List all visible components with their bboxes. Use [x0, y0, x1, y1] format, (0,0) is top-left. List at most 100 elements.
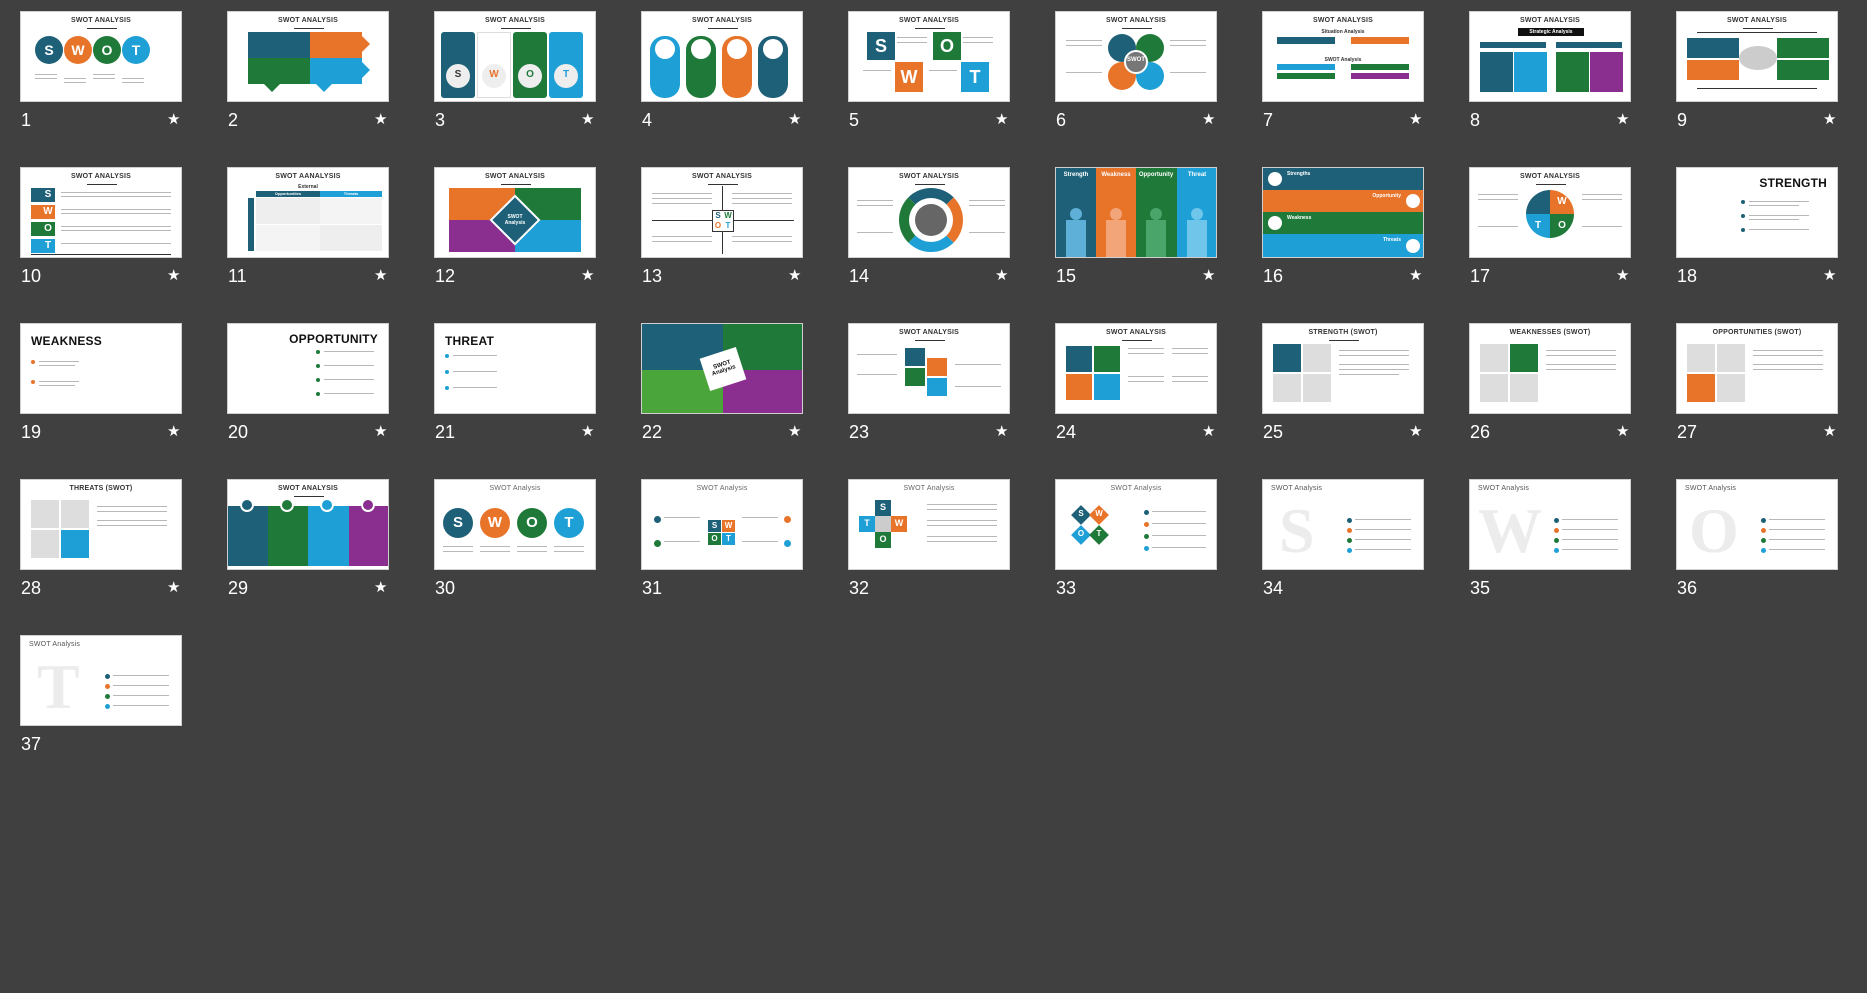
- star-icon[interactable]: ★: [1616, 422, 1629, 442]
- slide-preview[interactable]: SWOT AANALYSIS External Opportunities Th…: [227, 167, 389, 258]
- star-icon[interactable]: ★: [995, 266, 1008, 286]
- slide-thumbnail[interactable]: SWOT ANALYSIS S W O T 1 ★: [20, 11, 184, 141]
- star-icon[interactable]: ★: [167, 110, 180, 130]
- star-icon[interactable]: ★: [1202, 422, 1215, 442]
- slide-preview[interactable]: SWOT Analysis S W O T: [848, 479, 1010, 570]
- slide-thumbnail[interactable]: SWOT ANALYSIS S W O T 13 ★: [641, 167, 805, 297]
- star-icon[interactable]: ★: [1202, 266, 1215, 286]
- slide-thumbnail[interactable]: SWOT ANALYSIS 24 ★: [1055, 323, 1219, 453]
- slide-thumbnail[interactable]: SWOT Analysis O 36: [1676, 479, 1840, 609]
- star-icon[interactable]: ★: [1616, 266, 1629, 286]
- star-icon[interactable]: ★: [374, 110, 387, 130]
- star-icon[interactable]: ★: [995, 110, 1008, 130]
- slide-preview[interactable]: THREATS (SWOT): [20, 479, 182, 570]
- slide-preview[interactable]: SWOT Analysis S: [1262, 479, 1424, 570]
- star-icon[interactable]: ★: [374, 422, 387, 442]
- slide-preview[interactable]: SWOT ANALYSIS: [227, 479, 389, 570]
- slide-preview[interactable]: SWOT Analysis T: [20, 635, 182, 726]
- slide-preview[interactable]: SWOT ANALYSIS S W O T: [434, 11, 596, 102]
- slide-preview[interactable]: SWOT ANALYSIS W T O: [1469, 167, 1631, 258]
- star-icon[interactable]: ★: [1409, 110, 1422, 130]
- slide-thumbnail[interactable]: SWOT ANALYSIS SWOT 6 ★: [1055, 11, 1219, 141]
- slide-thumbnail[interactable]: SWOT Analysis S W O T 33: [1055, 479, 1219, 609]
- slide-preview[interactable]: SWOT ANALYSIS S O W T: [848, 11, 1010, 102]
- slide-thumbnail[interactable]: STRENGTH (SWOT) 25 ★: [1262, 323, 1426, 453]
- slide-preview[interactable]: SWOT ANALYSIS: [1055, 323, 1217, 414]
- slide-preview[interactable]: SWOT ANALYSIS Situation Analysis SWOT An…: [1262, 11, 1424, 102]
- slide-preview[interactable]: SWOT ANALYSIS: [227, 11, 389, 102]
- slide-thumbnail[interactable]: SWOT ANALYSIS 2 ★: [227, 11, 391, 141]
- star-icon[interactable]: ★: [374, 266, 387, 286]
- slide-thumbnail[interactable]: THREAT 21 ★: [434, 323, 598, 453]
- star-icon[interactable]: ★: [167, 266, 180, 286]
- slide-thumbnail[interactable]: SWOT ANALYSIS 4 ★: [641, 11, 805, 141]
- slide-thumbnail[interactable]: STRENGTH 18 ★: [1676, 167, 1840, 297]
- slide-thumbnail[interactable]: SWOT ANALYSIS 14 ★: [848, 167, 1012, 297]
- slide-thumbnail[interactable]: Strength Weakness Opportunity Threat 15 …: [1055, 167, 1219, 297]
- star-icon[interactable]: ★: [374, 578, 387, 598]
- slide-preview[interactable]: SWOT ANALYSIS SWOT: [1055, 11, 1217, 102]
- slide-thumbnail[interactable]: SWOT ANALYSIS 23 ★: [848, 323, 1012, 453]
- slide-thumbnail[interactable]: Strengths Opportunity Weakness Threats 1…: [1262, 167, 1426, 297]
- star-icon[interactable]: ★: [1409, 266, 1422, 286]
- slide-thumbnail[interactable]: SWOT Analysis S W O T 32: [848, 479, 1012, 609]
- star-icon[interactable]: ★: [167, 578, 180, 598]
- star-icon[interactable]: ★: [167, 422, 180, 442]
- star-icon[interactable]: ★: [788, 422, 801, 442]
- slide-thumbnail[interactable]: SWOT Analysis W 35: [1469, 479, 1633, 609]
- slide-thumbnail[interactable]: SWOT Analysis 22 ★: [641, 323, 805, 453]
- slide-thumbnail[interactable]: WEAKNESSES (SWOT) 26 ★: [1469, 323, 1633, 453]
- slide-preview[interactable]: SWOT Analysis: [641, 323, 803, 414]
- slide-preview[interactable]: SWOT Analysis W: [1469, 479, 1631, 570]
- slide-preview[interactable]: OPPORTUNITY: [227, 323, 389, 414]
- star-icon[interactable]: ★: [581, 422, 594, 442]
- slide-preview[interactable]: STRENGTH: [1676, 167, 1838, 258]
- star-icon[interactable]: ★: [1823, 266, 1836, 286]
- slide-preview[interactable]: Strength Weakness Opportunity Threat: [1055, 167, 1217, 258]
- slide-thumbnail[interactable]: OPPORTUNITIES (SWOT) 27 ★: [1676, 323, 1840, 453]
- slide-thumbnail[interactable]: SWOT ANALYSIS Situation Analysis SWOT An…: [1262, 11, 1426, 141]
- slide-preview[interactable]: SWOT ANALYSIS: [848, 167, 1010, 258]
- star-icon[interactable]: ★: [581, 110, 594, 130]
- slide-thumbnail[interactable]: SWOT AANALYSIS External Opportunities Th…: [227, 167, 391, 297]
- slide-thumbnail[interactable]: SWOT ANALYSIS Strategic Analysis 8 ★: [1469, 11, 1633, 141]
- slide-thumbnail[interactable]: WEAKNESS 19 ★: [20, 323, 184, 453]
- star-icon[interactable]: ★: [1202, 110, 1215, 130]
- slide-thumbnail[interactable]: SWOT ANALYSIS S W O T 3 ★: [434, 11, 598, 141]
- slide-preview[interactable]: SWOT Analysis S W O T: [434, 479, 596, 570]
- slide-preview[interactable]: SWOT ANALYSIS: [641, 11, 803, 102]
- slide-thumbnail[interactable]: SWOT ANALYSIS S W O T 10 ★: [20, 167, 184, 297]
- slide-thumbnail[interactable]: SWOT Analysis T 37: [20, 635, 184, 765]
- slide-thumbnail[interactable]: SWOT Analysis S W O T 31: [641, 479, 805, 609]
- slide-preview[interactable]: WEAKNESSES (SWOT): [1469, 323, 1631, 414]
- star-icon[interactable]: ★: [1616, 110, 1629, 130]
- slide-preview[interactable]: SWOT ANALYSIS: [848, 323, 1010, 414]
- slide-thumbnail[interactable]: SWOT ANALYSIS 29 ★: [227, 479, 391, 609]
- slide-preview[interactable]: THREAT: [434, 323, 596, 414]
- slide-preview[interactable]: SWOT Analysis S W O T: [1055, 479, 1217, 570]
- slide-preview[interactable]: SWOT ANALYSIS S W O T: [20, 11, 182, 102]
- slide-preview[interactable]: SWOT ANALYSIS: [1676, 11, 1838, 102]
- slide-preview[interactable]: Strengths Opportunity Weakness Threats: [1262, 167, 1424, 258]
- star-icon[interactable]: ★: [1409, 422, 1422, 442]
- slide-preview[interactable]: STRENGTH (SWOT): [1262, 323, 1424, 414]
- slide-preview[interactable]: SWOT Analysis O: [1676, 479, 1838, 570]
- slide-preview[interactable]: SWOT Analysis S W O T: [641, 479, 803, 570]
- star-icon[interactable]: ★: [1823, 110, 1836, 130]
- slide-preview[interactable]: SWOT ANALYSIS Strategic Analysis: [1469, 11, 1631, 102]
- star-icon[interactable]: ★: [788, 266, 801, 286]
- star-icon[interactable]: ★: [1823, 422, 1836, 442]
- slide-thumbnail[interactable]: SWOT ANALYSIS W T O 17 ★: [1469, 167, 1633, 297]
- slide-preview[interactable]: WEAKNESS: [20, 323, 182, 414]
- slide-thumbnail[interactable]: SWOT ANALYSIS S O W T 5 ★: [848, 11, 1012, 141]
- slide-thumbnail[interactable]: OPPORTUNITY 20 ★: [227, 323, 391, 453]
- slide-preview[interactable]: SWOT ANALYSIS SWOT Analysis: [434, 167, 596, 258]
- slide-thumbnail[interactable]: SWOT Analysis S 34: [1262, 479, 1426, 609]
- slide-preview[interactable]: SWOT ANALYSIS S W O T: [641, 167, 803, 258]
- slide-thumbnail[interactable]: SWOT Analysis S W O T 30 ★: [434, 479, 598, 609]
- star-icon[interactable]: ★: [581, 266, 594, 286]
- slide-thumbnail[interactable]: THREATS (SWOT) 28 ★: [20, 479, 184, 609]
- slide-preview[interactable]: SWOT ANALYSIS S W O T: [20, 167, 182, 258]
- slide-thumbnail[interactable]: SWOT ANALYSIS 9 ★: [1676, 11, 1840, 141]
- star-icon[interactable]: ★: [788, 110, 801, 130]
